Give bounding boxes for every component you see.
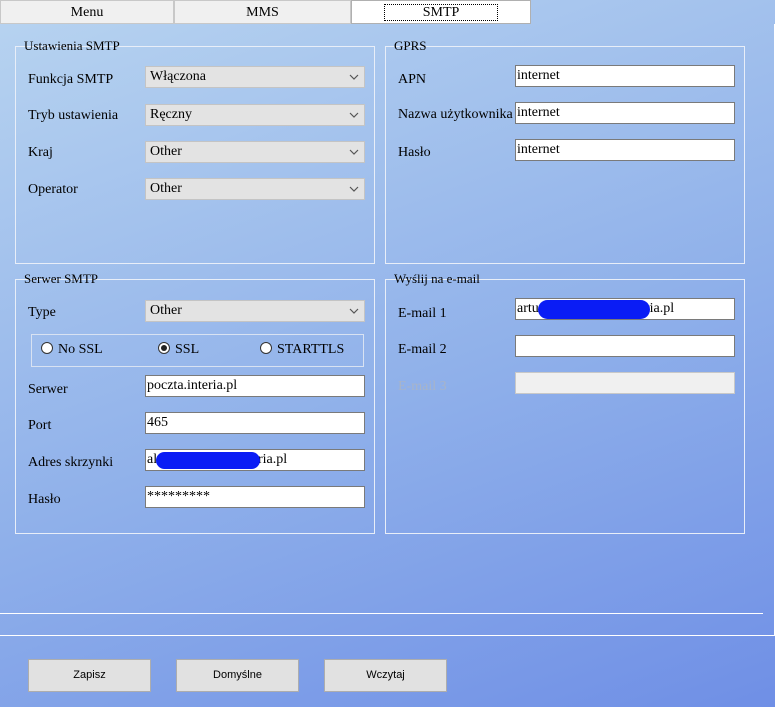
tab-bar: Menu MMS SMTP [0,0,531,24]
chevron-down-icon [349,186,359,192]
server-label: Serwer [28,382,68,397]
server-type-value: Other [150,303,182,318]
setting-mode-label: Tryb ustawienia [28,108,119,123]
radio-starttls-dot [260,342,272,354]
mailbox-password-input[interactable]: ********* [145,486,365,508]
email3-input [515,372,735,394]
gprs-password-input[interactable]: internet [515,139,735,161]
smtp-function-label: Funkcja SMTP [28,72,114,87]
gprs-username-input[interactable]: internet [515,102,735,124]
tab-smtp[interactable]: SMTP [351,0,531,24]
radio-starttls-label: STARTTLS [277,342,345,357]
panel-bottom-border [0,635,775,636]
tab-smtp-label: SMTP [383,4,499,21]
send-email-legend: Wyślij na e-mail [394,271,480,286]
country-label: Kraj [28,145,53,160]
email1-label: E-mail 1 [398,306,447,321]
radio-ssl-label: SSL [175,342,200,357]
country-value: Other [150,144,182,159]
mailbox-suffix: ria.pl [258,452,288,467]
chevron-down-icon [349,149,359,155]
redaction-mark [538,300,650,319]
email1-prefix: artu [517,301,539,316]
server-type-label: Type [28,305,56,320]
tab-mms-label: MMS [246,5,279,20]
email3-label: E-mail 3 [398,379,447,394]
mailbox-label: Adres skrzynki [28,455,114,470]
chevron-down-icon [349,112,359,118]
chevron-down-icon [349,308,359,314]
chevron-down-icon [349,74,359,80]
port-input[interactable]: 465 [145,412,365,434]
radio-ssl[interactable]: SSL [158,341,199,359]
port-label: Port [28,418,52,433]
panel-divider [0,613,763,614]
mailbox-password-label: Hasło [28,492,61,507]
tab-menu-label: Menu [70,5,104,20]
apn-label: APN [398,72,427,87]
radio-ssl-dot [158,342,170,354]
mailbox-input[interactable]: al ria.pl [145,449,365,471]
save-button[interactable]: Zapisz [28,659,151,692]
gprs-username-label: Nazwa użytkownika [398,107,513,122]
email1-input[interactable]: artu ria.pl [515,298,735,320]
operator-value: Other [150,181,182,196]
radio-no-ssl-dot [41,342,53,354]
smtp-function-select[interactable]: Włączona [145,66,365,88]
email2-input[interactable] [515,335,735,357]
load-button[interactable]: Wczytaj [324,659,447,692]
smtp-function-value: Włączona [150,69,206,84]
setting-mode-value: Ręczny [150,107,192,122]
apn-input[interactable]: internet [515,65,735,87]
server-input[interactable]: poczta.interia.pl [145,375,365,397]
setting-mode-select[interactable]: Ręczny [145,104,365,126]
smtp-server-legend: Serwer SMTP [24,271,99,286]
operator-label: Operator [28,182,78,197]
tab-menu[interactable]: Menu [0,0,174,24]
server-type-select[interactable]: Other [145,300,365,322]
defaults-button[interactable]: Domyślne [176,659,299,692]
operator-select[interactable]: Other [145,178,365,200]
email2-label: E-mail 2 [398,342,447,357]
smtp-settings-legend: Ustawienia SMTP [24,38,120,53]
redaction-mark [156,452,260,469]
tab-mms[interactable]: MMS [174,0,351,24]
radio-starttls[interactable]: STARTTLS [260,341,344,359]
radio-no-ssl[interactable]: No SSL [41,341,103,359]
radio-no-ssl-label: No SSL [58,342,103,357]
gprs-legend: GPRS [394,38,427,53]
gprs-password-label: Hasło [398,145,431,160]
country-select[interactable]: Other [145,141,365,163]
